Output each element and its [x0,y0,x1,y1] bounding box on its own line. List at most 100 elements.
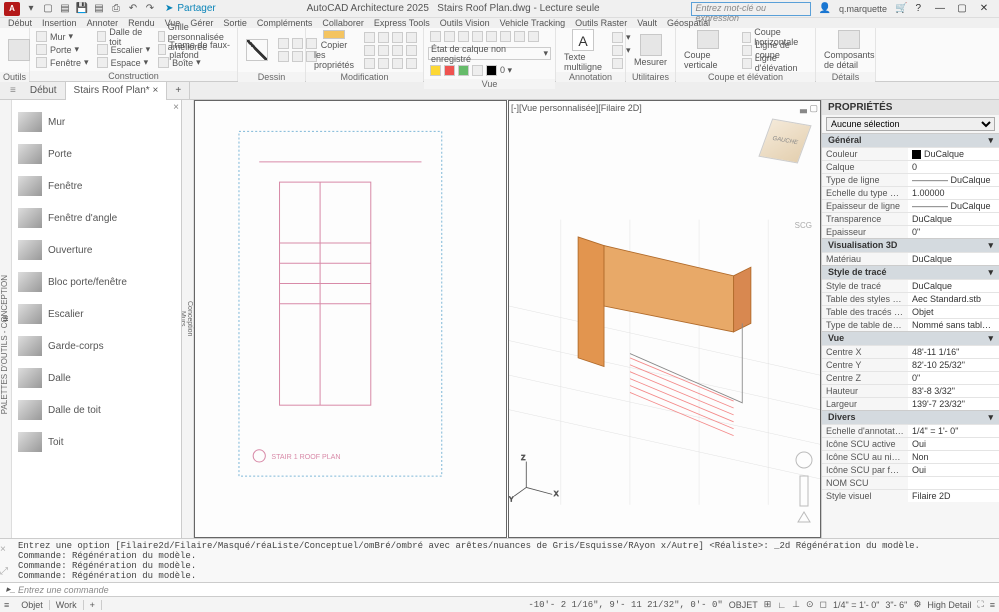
selection-dropdown[interactable]: Aucune sélection [826,117,995,131]
undo-icon[interactable]: ↶ [126,2,140,16]
minimize-button[interactable]: — [929,3,951,14]
dim-icon[interactable] [612,32,623,43]
share-button[interactable]: ➤Partager [165,3,216,14]
property-row[interactable]: Icône SCU activeOui [822,437,999,450]
measure-button[interactable]: Mesurer [630,30,671,70]
property-row[interactable]: MatériauDuCalque [822,252,999,265]
cart-icon[interactable]: 🛒 [895,3,907,14]
palette-tab[interactable]: Conception [186,301,193,336]
text-button[interactable]: ATexte multiligne [560,30,606,70]
layout-tab-add[interactable]: + [84,600,102,610]
leader-icon[interactable] [612,45,623,56]
menu-item[interactable]: Insertion [42,18,77,28]
viewport-2d[interactable]: STAIR 1 ROOF PLAN [194,100,507,538]
property-row[interactable]: NOM SCU [822,476,999,489]
navbar[interactable] [794,448,814,531]
angle-display[interactable]: 3"- 6" [885,600,907,610]
tab-add[interactable]: + [167,82,190,100]
palette-item[interactable]: Dalle [14,362,179,394]
tab-file[interactable]: Stairs Roof Plan* × [66,82,168,100]
stretch-icon[interactable] [364,58,375,69]
erase-icon[interactable] [406,32,417,43]
polar-toggle-icon[interactable]: ⊙ [806,599,814,610]
stair-button[interactable]: Escalier ▾ [95,43,153,56]
roofslab-button[interactable]: Dalle de toit [95,30,153,43]
box-button[interactable]: Boîte ▾ [156,56,233,69]
rotate-icon[interactable] [378,32,389,43]
menu-item[interactable]: Vault [637,18,657,28]
elevline-button[interactable]: Ligne d'élévation [740,57,811,70]
array-icon[interactable] [392,58,403,69]
window-button[interactable]: Fenêtre ▾ [34,56,91,69]
property-row[interactable]: Largeur139'-7 23/32" [822,397,999,410]
palette-item[interactable]: Fenêtre [14,170,179,202]
property-row[interactable]: Hauteur83'-8 3/32" [822,384,999,397]
palette-item[interactable]: Bloc porte/fenêtre [14,266,179,298]
palette-close-icon[interactable]: × [173,102,179,113]
property-row[interactable]: Centre Y82'-10 25/32" [822,358,999,371]
property-row[interactable]: TransparenceDuCalque [822,212,999,225]
layer-icon[interactable] [430,31,441,42]
gear-icon[interactable]: ⚙ [913,599,921,610]
menu-item[interactable]: Express Tools [374,18,430,28]
menu-item[interactable]: Début [8,18,32,28]
property-row[interactable]: Centre Z0" [822,371,999,384]
osnap-toggle-icon[interactable]: ◻ [820,599,827,610]
palette-item[interactable]: Dalle de toit [14,394,179,426]
property-row[interactable]: Epaisseur0" [822,225,999,238]
palette-item[interactable]: Toit [14,426,179,458]
hamburger-icon[interactable]: ≡ [4,600,9,610]
signin-icon[interactable]: 👤 [819,3,831,14]
property-row[interactable]: Echelle du type de lig...1.00000 [822,186,999,199]
props-section-header[interactable]: Visualisation 3D▾ [822,239,999,252]
new-icon[interactable]: ▢ [41,2,55,16]
menu-dropdown-icon[interactable]: ▾ [24,2,38,16]
close-button[interactable]: ✕ [973,3,995,14]
tab-start[interactable]: Début [22,82,66,100]
detailcomp-button[interactable]: Composants de détail [820,30,879,70]
redo-icon[interactable]: ↷ [143,2,157,16]
property-row[interactable]: Centre X48'-11 1/16" [822,345,999,358]
save-icon[interactable]: 💾 [75,2,89,16]
vp-min-icon[interactable]: ▃ [800,103,807,113]
palette-item[interactable]: Porte [14,138,179,170]
property-row[interactable]: CouleurDuCalque [822,147,999,160]
plot-icon[interactable]: ⎙ [109,2,123,16]
property-row[interactable]: Calque0 [822,160,999,173]
line-button[interactable] [242,30,272,70]
menu-item[interactable]: Vehicle Tracking [500,18,566,28]
property-row[interactable]: Type de ligne———— DuCalque [822,173,999,186]
property-row[interactable]: Type de table de tracéNommé sans table d… [822,318,999,331]
menu-item[interactable]: Géospatial [667,18,710,28]
property-row[interactable]: Table des styles de tr...Aec Standard.st… [822,292,999,305]
app-icon[interactable]: A [4,2,20,16]
ellipse-icon[interactable] [292,51,303,62]
matchprops-button[interactable]: Copierles propriétés [310,30,358,70]
maximize-button[interactable]: ▢ [951,3,973,14]
property-row[interactable]: Icône SCU au niveau...Non [822,450,999,463]
props-section-header[interactable]: Style de tracé▾ [822,266,999,279]
palette-item[interactable]: Mur [14,106,179,138]
wall-button[interactable]: Mur ▾ [34,30,91,43]
layout-tab[interactable]: Objet [15,600,50,610]
ortho-toggle-icon[interactable]: ⊥ [792,599,800,610]
copy-icon[interactable] [364,45,375,56]
menu-item[interactable]: Outils Raster [575,18,627,28]
property-row[interactable]: Epaisseur de ligne———— DuCalque [822,199,999,212]
property-row[interactable]: Style de tracéDuCalque [822,279,999,292]
hamburger-icon[interactable]: ≡ [4,85,22,96]
viewport-3d[interactable]: [-][Vue personnalisée][Filaire 2D] ▃ ▢ G… [508,100,821,538]
menu-item[interactable]: Compléments [257,18,313,28]
detail-level[interactable]: High Detail [927,600,971,610]
vp-max-icon[interactable]: ▢ [809,103,818,113]
scale-icon[interactable] [378,58,389,69]
palette-item[interactable]: Garde-corps [14,330,179,362]
open-icon[interactable]: ▤ [58,2,72,16]
property-row[interactable]: Style visuelFilaire 2D [822,489,999,502]
snap-toggle-icon[interactable]: ∟ [777,600,786,610]
property-row[interactable]: Echelle d'annotation1/4" = 1'- 0" [822,424,999,437]
layer-state-dropdown[interactable]: État de calque non enregistré ▾ [428,47,551,60]
scale-display[interactable]: 1/4" = 1'- 0" [833,600,879,610]
props-section-header[interactable]: Vue▾ [822,332,999,345]
palette-item[interactable]: Escalier [14,298,179,330]
